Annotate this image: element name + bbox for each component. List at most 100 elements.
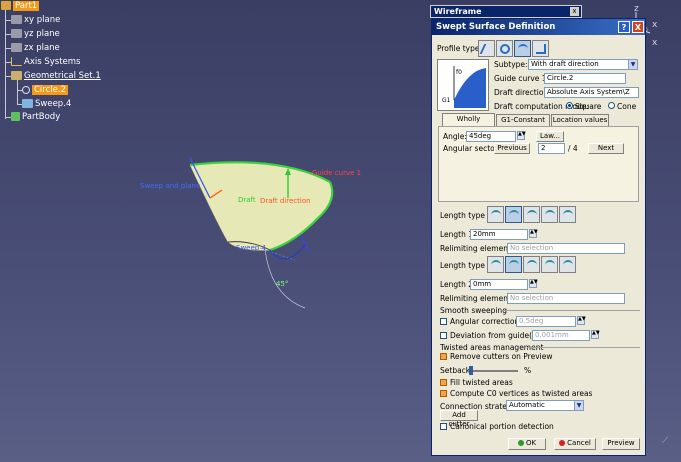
previous-button[interactable]: Previous: [494, 143, 530, 154]
dialog-titlebar[interactable]: Swept Surface Definition ? X: [432, 19, 645, 35]
relim2-field[interactable]: No selection: [507, 293, 625, 304]
separator: [502, 310, 640, 311]
tab-g1-constant[interactable]: G1-Constant: [496, 114, 550, 126]
ok-button[interactable]: OK: [508, 438, 546, 450]
length-type2-option-1[interactable]: [487, 256, 504, 273]
angle-spinner[interactable]: ▲▼: [517, 131, 526, 140]
wireframe-close-button[interactable]: x: [570, 7, 579, 16]
profile-type-line-button[interactable]: [478, 40, 495, 57]
setback-label: Setback: [440, 366, 471, 375]
relim1-field[interactable]: No selection: [507, 243, 625, 254]
plane-icon: [11, 15, 22, 24]
cone-radio[interactable]: [608, 102, 615, 109]
fill-twisted-checkbox[interactable]: [440, 379, 447, 386]
subtype-dropdown-icon[interactable]: ▼: [628, 60, 637, 69]
draft-direction-label: Draft direction:: [494, 88, 551, 97]
deviation-value: 0.001mm: [535, 331, 569, 339]
length-type2-option-2[interactable]: [505, 256, 522, 273]
square-radio[interactable]: [566, 102, 573, 109]
tree-item-part1[interactable]: Part1: [1, 0, 40, 12]
length-type1-option-3[interactable]: [523, 206, 540, 223]
profile-type-conic-button[interactable]: [514, 40, 531, 57]
ok-icon: [517, 440, 524, 446]
wireframe-toolbar[interactable]: Wireframe x: [430, 5, 582, 18]
add-cutter-button[interactable]: Add cutter: [440, 410, 478, 428]
line-profile-icon: [479, 44, 495, 54]
label-guide-curve: Guide curve 1: [312, 169, 361, 177]
canonical-checkbox[interactable]: [440, 423, 447, 430]
tree-label-part1: Part1: [13, 1, 40, 11]
profile-type-circle-button[interactable]: [496, 40, 513, 57]
angular-correction-spinner[interactable]: ▲▼: [577, 316, 586, 325]
compass-x-label-lower: x: [652, 38, 658, 48]
sector-field[interactable]: 2: [538, 143, 565, 154]
swept-surface-dialog: Swept Surface Definition ? X Profile typ…: [431, 18, 646, 456]
connection-dropdown-icon[interactable]: ▼: [574, 401, 583, 410]
close-button[interactable]: X: [632, 21, 644, 33]
setback-slider-handle[interactable]: [468, 366, 473, 375]
help-button[interactable]: ?: [618, 21, 630, 33]
sweep-icon: [22, 99, 33, 108]
length2-field[interactable]: 0mm: [470, 279, 528, 290]
tree-item-zx-plane[interactable]: zx plane: [11, 42, 60, 54]
length1-field[interactable]: 20mm: [470, 229, 528, 240]
resize-grip-icon[interactable]: ⟋: [662, 436, 668, 446]
angle-dimension-arc: [264, 247, 306, 309]
svg-text:f0: f0: [456, 69, 462, 76]
connection-strategy-select[interactable]: Automatic ▼: [506, 400, 584, 411]
length-type2-option-3[interactable]: [523, 256, 540, 273]
tree-item-xy-plane[interactable]: xy plane: [11, 14, 60, 26]
remove-cutters-checkbox[interactable]: [440, 353, 447, 360]
length-type-icon: [509, 210, 519, 220]
law-button[interactable]: Law...: [536, 131, 564, 142]
angular-correction-field[interactable]: 0.5deg: [516, 316, 576, 327]
smooth-sweeping-label: Smooth sweeping: [440, 306, 507, 315]
length-type2-option-4[interactable]: [541, 256, 558, 273]
preview-button[interactable]: Preview: [602, 438, 640, 450]
compass-z-label: z: [634, 4, 639, 14]
next-button[interactable]: Next: [588, 143, 624, 154]
cancel-button[interactable]: Cancel: [554, 438, 596, 450]
angle-field[interactable]: 45deg: [466, 131, 516, 142]
tree-item-sweep[interactable]: Sweep.4: [22, 98, 71, 110]
plane-icon: [11, 43, 22, 52]
tree-item-axis-systems[interactable]: Axis Systems: [11, 56, 80, 68]
3d-viewport[interactable]: Sweep and plane Guide curve 1 Draft Draf…: [120, 120, 420, 330]
draft-direction-value: Absolute Axis System\Z: [547, 88, 630, 96]
setback-slider[interactable]: [468, 366, 518, 375]
length1-value: 20mm: [473, 230, 496, 238]
length1-spinner[interactable]: ▲▼: [529, 229, 538, 238]
subtype-select[interactable]: With draft direction ▼: [528, 59, 638, 70]
label-draft-direction: Draft direction: [260, 197, 311, 205]
deviation-checkbox[interactable]: [440, 332, 447, 339]
tree-item-circle[interactable]: Circle.2: [22, 84, 68, 96]
length-type2-option-5[interactable]: [559, 256, 576, 273]
length2-spinner[interactable]: ▲▼: [529, 279, 538, 288]
profile-type-explicit-button[interactable]: [532, 40, 549, 57]
length-type1-option-4[interactable]: [541, 206, 558, 223]
cancel-icon: [559, 440, 566, 446]
angular-correction-value: 0.5deg: [519, 317, 544, 325]
tree-item-yz-plane[interactable]: yz plane: [11, 28, 60, 40]
tree-item-geometrical-set[interactable]: Geometrical Set.1: [11, 70, 101, 82]
deviation-field[interactable]: 0.001mm: [532, 330, 590, 341]
draft-direction-field[interactable]: Absolute Axis System\Z: [544, 87, 639, 98]
deviation-spinner[interactable]: ▲▼: [591, 330, 600, 339]
angular-correction-label: Angular correction:: [450, 317, 522, 326]
guide-curve-field[interactable]: Circle.2: [544, 73, 626, 84]
tree-item-partbody[interactable]: PartBody: [11, 111, 60, 123]
tree-label-sweep: Sweep.4: [35, 99, 72, 109]
length-type1-option-1[interactable]: [487, 206, 504, 223]
explicit-profile-icon: [536, 44, 546, 54]
length-type-icon: [509, 260, 519, 270]
subtype-preview-icon: f0 G1: [442, 66, 486, 108]
fill-twisted-label: Fill twisted areas: [450, 378, 513, 387]
tab-wholly-defined[interactable]: Wholly defined: [442, 113, 495, 134]
compute-c0-checkbox[interactable]: [440, 390, 447, 397]
length-type1-option-5[interactable]: [559, 206, 576, 223]
tab-location-values[interactable]: Location values: [551, 114, 609, 126]
swept-surface[interactable]: [189, 161, 334, 252]
length-type-icon: [527, 260, 537, 270]
angular-correction-checkbox[interactable]: [440, 318, 447, 325]
length-type1-option-2[interactable]: [505, 206, 522, 223]
